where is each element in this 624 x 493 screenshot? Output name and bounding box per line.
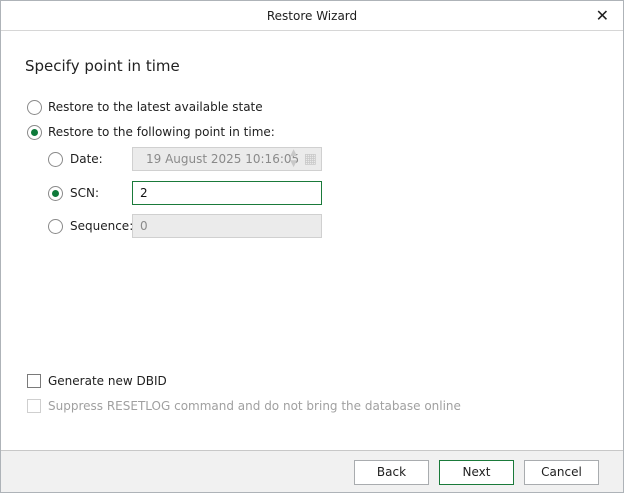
sequence-input[interactable]: 0: [132, 214, 322, 238]
generate-dbid-label[interactable]: Generate new DBID: [48, 374, 167, 389]
radio-scn[interactable]: [48, 186, 63, 201]
radio-latest-state-label[interactable]: Restore to the latest available state: [48, 100, 263, 115]
footer: Back Next Cancel: [1, 450, 623, 492]
sequence-label[interactable]: Sequence:: [70, 219, 133, 234]
cancel-button[interactable]: Cancel: [524, 460, 599, 485]
scn-input[interactable]: 2: [132, 181, 322, 205]
calendar-icon[interactable]: ▦: [304, 148, 317, 170]
title-bar: Restore Wizard ✕: [1, 1, 623, 31]
date-field[interactable]: 19 August 2025 10:16:05 ▲ ▼ ▦: [132, 147, 322, 171]
restore-wizard-window: Restore Wizard ✕ Specify point in time R…: [0, 0, 624, 493]
generate-dbid-checkbox[interactable]: [27, 374, 41, 388]
scn-label[interactable]: SCN:: [70, 186, 99, 201]
suppress-resetlog-label: Suppress RESETLOG command and do not bri…: [48, 399, 461, 413]
suppress-resetlog-checkbox[interactable]: [27, 399, 41, 413]
back-button[interactable]: Back: [354, 460, 429, 485]
date-label[interactable]: Date:: [70, 152, 103, 167]
next-button[interactable]: Next: [439, 460, 514, 485]
radio-date[interactable]: [48, 152, 63, 167]
window-title: Restore Wizard: [266, 9, 358, 23]
radio-latest-state[interactable]: [27, 100, 42, 115]
close-icon[interactable]: ✕: [596, 1, 609, 31]
radio-point-in-time-label[interactable]: Restore to the following point in time:: [48, 125, 275, 140]
spinner-icon[interactable]: ▲ ▼: [290, 148, 297, 170]
radio-point-in-time[interactable]: [27, 125, 42, 140]
page-title: Specify point in time: [25, 57, 180, 75]
date-value: 19 August 2025 10:16:05: [146, 152, 300, 166]
radio-sequence[interactable]: [48, 219, 63, 234]
